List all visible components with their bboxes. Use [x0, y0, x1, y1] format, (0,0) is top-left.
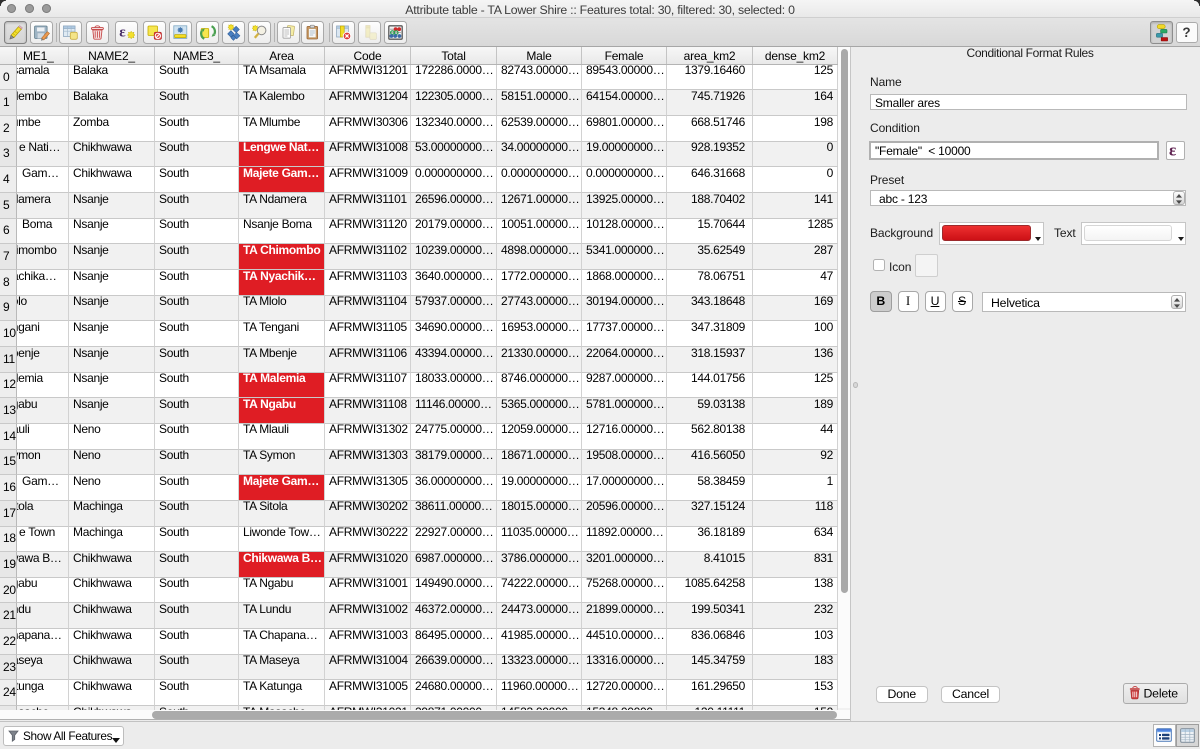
svg-text:ε: ε	[119, 25, 126, 41]
svg-text:ε: ε	[1169, 142, 1176, 158]
